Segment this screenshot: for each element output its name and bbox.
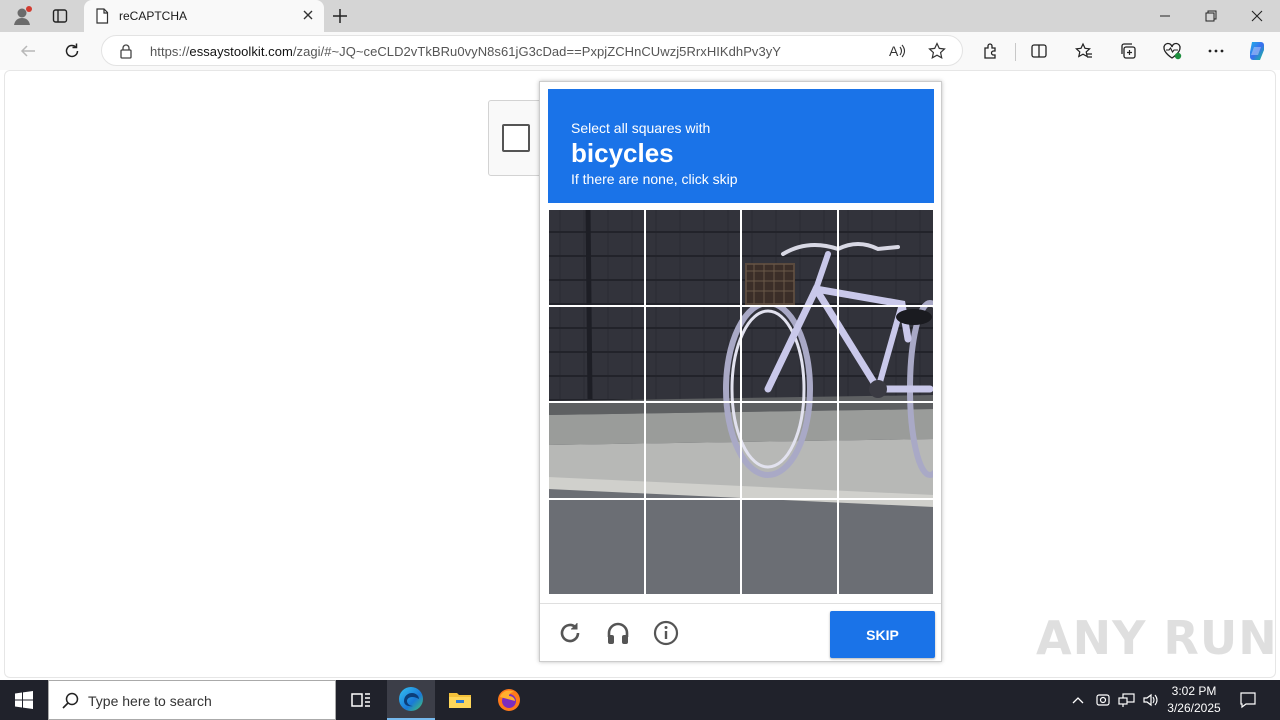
profile-icon[interactable] — [9, 5, 35, 27]
firefox-icon[interactable] — [485, 680, 533, 720]
captcha-header: Select all squares with bicycles If ther… — [548, 89, 934, 203]
captcha-challenge-popup: Select all squares with bicycles If ther… — [539, 81, 942, 662]
volume-icon[interactable] — [1140, 680, 1162, 720]
taskbar-search[interactable]: Type here to search — [48, 680, 336, 720]
new-tab-icon[interactable] — [330, 6, 352, 26]
browser-titlebar: reCAPTCHA — [0, 0, 1280, 32]
captcha-skip-hint: If there are none, click skip — [571, 171, 738, 187]
restore-icon[interactable] — [1188, 0, 1234, 32]
captcha-tile-2[interactable] — [644, 209, 741, 306]
favorite-star-icon[interactable] — [928, 42, 946, 65]
captcha-tile-9[interactable] — [548, 402, 645, 499]
tab-recaptcha[interactable]: reCAPTCHA — [84, 0, 324, 32]
captcha-footer: SKIP — [540, 603, 941, 661]
search-icon — [62, 692, 79, 714]
edge-taskbar-icon[interactable] — [387, 680, 435, 720]
copilot-icon[interactable] — [1243, 37, 1271, 65]
tab-actions-icon[interactable] — [47, 5, 73, 27]
taskbar-clock[interactable]: 3:02 PM 3/26/2025 — [1160, 683, 1228, 717]
captcha-image-grid — [548, 209, 934, 595]
extensions-icon[interactable] — [977, 37, 1005, 65]
file-explorer-icon[interactable] — [436, 680, 484, 720]
meet-now-icon[interactable] — [1093, 680, 1113, 720]
recaptcha-anchor — [488, 100, 542, 176]
task-view-icon[interactable] — [338, 680, 384, 720]
refresh-icon[interactable] — [58, 37, 86, 65]
captcha-tile-5[interactable] — [548, 305, 645, 402]
captcha-tile-14[interactable] — [644, 498, 741, 595]
read-aloud-icon[interactable]: A — [888, 42, 906, 65]
network-icon[interactable] — [1116, 680, 1138, 720]
svg-text:A: A — [889, 43, 899, 59]
windows-start-icon[interactable] — [0, 680, 48, 720]
lock-icon[interactable] — [119, 43, 133, 64]
toolbar-separator — [1015, 43, 1016, 61]
close-window-icon[interactable] — [1234, 0, 1280, 32]
captcha-tile-4[interactable] — [837, 209, 934, 306]
captcha-tile-13[interactable] — [548, 498, 645, 595]
captcha-tile-11[interactable] — [741, 402, 838, 499]
info-icon[interactable] — [652, 619, 680, 647]
url-text: https://essaystoolkit.com/zagi/#~JQ~ceCL… — [150, 44, 781, 59]
browser-toolbar: https://essaystoolkit.com/zagi/#~JQ~ceCL… — [0, 32, 1280, 70]
watermark-text: ANY RUN — [1036, 611, 1278, 665]
captcha-target-object: bicycles — [571, 138, 674, 168]
back-icon[interactable] — [14, 37, 42, 65]
reload-icon[interactable] — [556, 619, 584, 647]
recaptcha-checkbox[interactable] — [502, 124, 530, 152]
captcha-tile-16[interactable] — [837, 498, 934, 595]
captcha-instruction: Select all squares with — [571, 120, 711, 136]
split-screen-icon[interactable] — [1025, 37, 1053, 65]
more-options-icon[interactable] — [1202, 37, 1230, 65]
favorites-icon[interactable] — [1070, 37, 1098, 65]
captcha-tile-3[interactable] — [741, 209, 838, 306]
tab-title: reCAPTCHA — [119, 9, 188, 23]
captcha-tile-7[interactable] — [741, 305, 838, 402]
captcha-tile-6[interactable] — [644, 305, 741, 402]
captcha-tile-15[interactable] — [741, 498, 838, 595]
captcha-tile-10[interactable] — [644, 402, 741, 499]
search-placeholder: Type here to search — [88, 693, 212, 709]
url-path: /zagi/#~JQ~ceCLD2vTkBRu0vyN8s61jG3cDad==… — [292, 44, 782, 59]
notifications-icon[interactable] — [1233, 680, 1263, 720]
captcha-tile-8[interactable] — [837, 305, 934, 402]
windows-taskbar: Type here to search 3:02 PM 3/26/2025 — [0, 680, 1280, 720]
audio-challenge-icon[interactable] — [604, 619, 632, 647]
clock-time: 3:02 PM — [1171, 684, 1217, 698]
browser-essentials-icon[interactable] — [1158, 37, 1186, 65]
collections-icon[interactable] — [1114, 37, 1142, 65]
page-icon — [95, 8, 109, 29]
close-tab-icon[interactable] — [301, 8, 315, 27]
url-host: essaystoolkit.com — [189, 44, 293, 59]
captcha-tile-12[interactable] — [837, 402, 934, 499]
show-hidden-icons-chevron[interactable] — [1068, 680, 1088, 720]
captcha-tile-1[interactable] — [548, 209, 645, 306]
skip-button[interactable]: SKIP — [830, 611, 935, 658]
minimize-icon[interactable] — [1142, 0, 1188, 32]
url-scheme: https:// — [150, 44, 190, 59]
address-bar[interactable]: https://essaystoolkit.com/zagi/#~JQ~ceCL… — [101, 35, 963, 66]
anyrun-watermark: ANY RUN — [1036, 605, 1278, 671]
clock-date: 3/26/2025 — [1167, 701, 1221, 715]
